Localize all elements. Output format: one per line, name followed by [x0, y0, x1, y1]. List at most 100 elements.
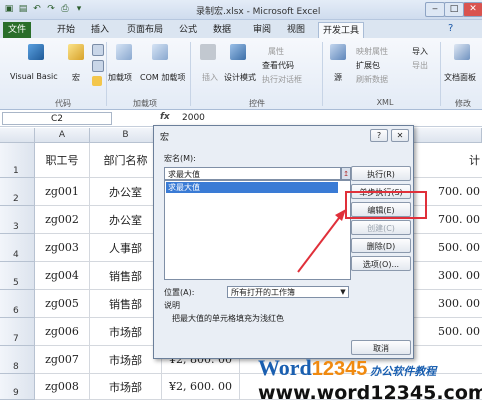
redo-icon[interactable]: ↷: [45, 3, 57, 15]
cell-b[interactable]: 市场部: [90, 374, 162, 400]
cell-b[interactable]: 人事部: [90, 234, 162, 262]
watermark-url: www.word12345.com: [258, 382, 482, 404]
macro-name-input[interactable]: 求最大值: [164, 167, 341, 180]
run-dialog-button[interactable]: 执行对话框: [262, 74, 302, 85]
cancel-button[interactable]: 取消: [351, 340, 411, 355]
group-addins-label: 加载项: [133, 99, 157, 108]
row-header[interactable]: 8: [0, 346, 35, 374]
options-button[interactable]: 选项(O)...: [351, 256, 411, 271]
design-mode-button[interactable]: 设计模式: [224, 72, 256, 83]
row-header[interactable]: 1: [0, 143, 35, 178]
visual-basic-icon[interactable]: [28, 44, 44, 60]
cell-a[interactable]: zg001: [35, 178, 90, 206]
macros-button[interactable]: 宏: [72, 72, 80, 83]
save-icon[interactable]: ▤: [17, 3, 29, 15]
document-panel-button[interactable]: 文档面板: [444, 72, 476, 83]
column-header-b[interactable]: B: [90, 128, 162, 143]
visual-basic-button[interactable]: Visual Basic: [10, 72, 58, 81]
tab-insert[interactable]: 插入: [88, 22, 112, 38]
minimize-button[interactable]: ‒: [425, 2, 445, 17]
column-header-a[interactable]: A: [35, 128, 90, 143]
insert-function-icon[interactable]: fx: [160, 112, 170, 122]
tab-formulas[interactable]: 公式: [176, 22, 200, 38]
tab-home[interactable]: 开始: [54, 22, 78, 38]
macros-icon[interactable]: [68, 44, 84, 60]
watermark-word: Word: [258, 355, 312, 380]
import-button[interactable]: 导入: [412, 46, 428, 57]
dialog-help-button[interactable]: ?: [370, 129, 388, 142]
cell-a[interactable]: zg005: [35, 290, 90, 318]
formula-input[interactable]: 2000: [182, 113, 205, 123]
name-box[interactable]: C2: [2, 112, 112, 125]
map-properties-button[interactable]: 映射属性: [356, 46, 388, 57]
com-addins-icon[interactable]: [152, 44, 168, 60]
addins-icon[interactable]: [116, 44, 132, 60]
row-header[interactable]: 4: [0, 234, 35, 262]
cell-a[interactable]: 职工号: [35, 143, 90, 178]
tab-file[interactable]: 文件: [3, 22, 31, 38]
insert-control-button[interactable]: 插入: [202, 72, 218, 83]
cell-c[interactable]: ¥2, 600. 00: [162, 374, 240, 400]
tab-view[interactable]: 视图: [284, 22, 308, 38]
record-macro-icon[interactable]: [92, 44, 104, 56]
cell-a[interactable]: zg006: [35, 318, 90, 346]
ribbon-tabs: 文件 开始 插入 页面布局 公式 数据 审阅 视图 开发工具 ?: [0, 20, 482, 39]
cell-b[interactable]: 市场部: [90, 346, 162, 374]
com-addins-button[interactable]: COM 加载项: [140, 72, 185, 83]
view-code-button[interactable]: 查看代码: [262, 60, 294, 71]
macro-security-icon[interactable]: [92, 76, 102, 86]
document-panel-icon[interactable]: [454, 44, 470, 60]
cell-b[interactable]: 办公室: [90, 178, 162, 206]
cell-a[interactable]: zg004: [35, 262, 90, 290]
macro-ref-icon[interactable]: ↥: [341, 167, 351, 180]
row-header[interactable]: 9: [0, 374, 35, 400]
cell-a[interactable]: zg007: [35, 346, 90, 374]
delete-button[interactable]: 删除(D): [351, 238, 411, 253]
create-button[interactable]: 创建(C): [351, 220, 411, 235]
cell-a[interactable]: zg003: [35, 234, 90, 262]
group-xml-label: XML: [376, 98, 394, 107]
cell-b[interactable]: 销售部: [90, 262, 162, 290]
location-select[interactable]: 所有打开的工作簿: [227, 286, 349, 298]
row-header[interactable]: 2: [0, 178, 35, 206]
customize-qat-icon[interactable]: ▾: [73, 3, 85, 15]
group-modify-label: 修改: [455, 99, 471, 108]
row-header[interactable]: 3: [0, 206, 35, 234]
chevron-down-icon[interactable]: ▼: [338, 287, 348, 297]
cell-b[interactable]: 办公室: [90, 206, 162, 234]
help-icon[interactable]: ?: [448, 23, 453, 34]
cell-b[interactable]: 销售部: [90, 290, 162, 318]
properties-button[interactable]: 属性: [268, 46, 284, 57]
dialog-title: 宏: [160, 133, 170, 143]
quick-print-icon[interactable]: ⎙: [59, 3, 71, 15]
row-header[interactable]: 7: [0, 318, 35, 346]
refresh-data-button[interactable]: 刷新数据: [356, 74, 388, 85]
run-button[interactable]: 执行(R): [351, 166, 411, 181]
maximize-button[interactable]: □: [444, 2, 464, 17]
cell-a[interactable]: zg002: [35, 206, 90, 234]
design-mode-icon[interactable]: [230, 44, 246, 60]
xml-source-button[interactable]: 源: [334, 72, 342, 83]
expansion-packs-button[interactable]: 扩展包: [356, 60, 380, 71]
select-all-corner[interactable]: [0, 128, 35, 143]
cell-a[interactable]: zg008: [35, 374, 90, 400]
tab-review[interactable]: 审阅: [250, 22, 274, 38]
ribbon: Visual Basic 宏 代码 加载项 COM 加载项 加载项 插入 设计模…: [0, 38, 482, 110]
row-header[interactable]: 5: [0, 262, 35, 290]
cell-b[interactable]: 部门名称: [90, 143, 162, 178]
tab-developer[interactable]: 开发工具: [318, 22, 364, 39]
cell-b[interactable]: 市场部: [90, 318, 162, 346]
export-button[interactable]: 导出: [412, 60, 428, 71]
macro-list-item[interactable]: 求最大值: [166, 182, 338, 193]
relative-reference-icon[interactable]: [92, 60, 104, 72]
tab-data[interactable]: 数据: [210, 22, 234, 38]
insert-control-icon[interactable]: [200, 44, 216, 60]
excel-icon[interactable]: ▣: [3, 3, 15, 15]
row-header[interactable]: 6: [0, 290, 35, 318]
undo-icon[interactable]: ↶: [31, 3, 43, 15]
dialog-close-button[interactable]: ✕: [391, 129, 409, 142]
addins-button[interactable]: 加载项: [108, 72, 132, 83]
tab-page-layout[interactable]: 页面布局: [123, 22, 167, 38]
close-button[interactable]: ✕: [463, 2, 482, 17]
xml-source-icon[interactable]: [330, 44, 346, 60]
